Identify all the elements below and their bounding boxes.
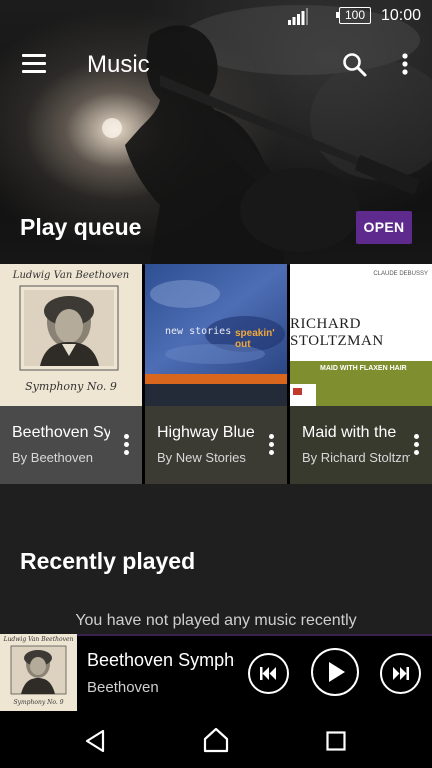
- battery-icon: 100: [336, 7, 371, 24]
- album-art: Ludwig Van Beethoven Symphony No. 9: [0, 264, 142, 406]
- previous-button[interactable]: [248, 653, 289, 694]
- album-art-title: speakin' out: [235, 328, 275, 350]
- more-vert-icon[interactable]: [267, 434, 277, 456]
- now-playing-artist: Beethoven: [87, 679, 159, 696]
- search-icon[interactable]: [342, 52, 368, 78]
- mini-art-header: Ludwig Van Beethoven: [3, 636, 74, 643]
- queue-card[interactable]: CLAUDE DEBUSSY RICHARD STOLTZMAN MAID WI…: [290, 264, 432, 484]
- album-art-header: Ludwig Van Beethoven: [12, 270, 130, 281]
- card-title: Highway Blue: [157, 424, 255, 441]
- now-playing-title: Beethoven Symphony No. 9: [87, 650, 235, 670]
- album-art-composer: CLAUDE DEBUSSY: [373, 271, 428, 277]
- navigation-bar: [0, 712, 432, 768]
- album-art-name-last: STOLTZMAN: [290, 333, 384, 349]
- mini-player[interactable]: Ludwig Van Beethoven Symphony No. 9 Beet…: [0, 634, 432, 712]
- mini-art-footer: Symphony No. 9: [13, 699, 64, 706]
- clock: 10:00: [381, 7, 422, 24]
- card-title: Beethoven Symphony No. 9: [12, 424, 110, 441]
- album-art-artist: new stories: [165, 326, 232, 337]
- recently-played-title: Recently played: [20, 548, 196, 574]
- album-art-subtitle: MAID WITH FLAXEN HAIR: [320, 365, 407, 372]
- skip-previous-icon: [260, 667, 276, 680]
- next-button[interactable]: [380, 653, 421, 694]
- card-info: Beethoven Symphony No. 9 By Beethoven: [0, 406, 142, 484]
- more-vert-icon[interactable]: [122, 434, 132, 456]
- play-button[interactable]: [311, 648, 359, 696]
- more-vert-icon[interactable]: [412, 434, 422, 456]
- play-icon: [329, 662, 345, 682]
- open-button[interactable]: OPEN: [356, 211, 412, 244]
- home-icon[interactable]: [203, 727, 229, 753]
- queue-card[interactable]: Ludwig Van Beethoven Symphony No. 9 Beet…: [0, 264, 142, 484]
- app-title: Music: [87, 51, 150, 78]
- card-subtitle: By Beethoven: [12, 450, 93, 465]
- mini-album-art: Ludwig Van Beethoven Symphony No. 9: [0, 634, 77, 711]
- album-art-footer: Symphony No. 9: [25, 380, 117, 393]
- album-art-name-first: RICHARD: [290, 316, 362, 332]
- card-title: Maid with the Flaxen Hair: [302, 424, 400, 441]
- play-queue-title: Play queue: [20, 214, 142, 240]
- status-bar: 100 10:00: [0, 0, 432, 32]
- card-subtitle: By Richard Stoltzman: [302, 450, 410, 465]
- card-info: Highway Blue By New Stories: [145, 406, 287, 484]
- recents-icon[interactable]: [326, 731, 346, 751]
- album-art: CLAUDE DEBUSSY RICHARD STOLTZMAN MAID WI…: [290, 264, 432, 406]
- menu-icon[interactable]: [22, 54, 46, 74]
- queue-card[interactable]: new stories speakin' out Highway Blue By…: [145, 264, 287, 484]
- card-subtitle: By New Stories: [157, 450, 246, 465]
- more-vert-icon[interactable]: [398, 52, 412, 76]
- skip-next-icon: [393, 667, 409, 680]
- back-icon[interactable]: [84, 729, 108, 753]
- album-art: new stories speakin' out: [145, 264, 287, 406]
- signal-icon: [288, 8, 308, 25]
- card-info: Maid with the Flaxen Hair By Richard Sto…: [290, 406, 432, 484]
- empty-message: You have not played any music recently: [75, 612, 357, 629]
